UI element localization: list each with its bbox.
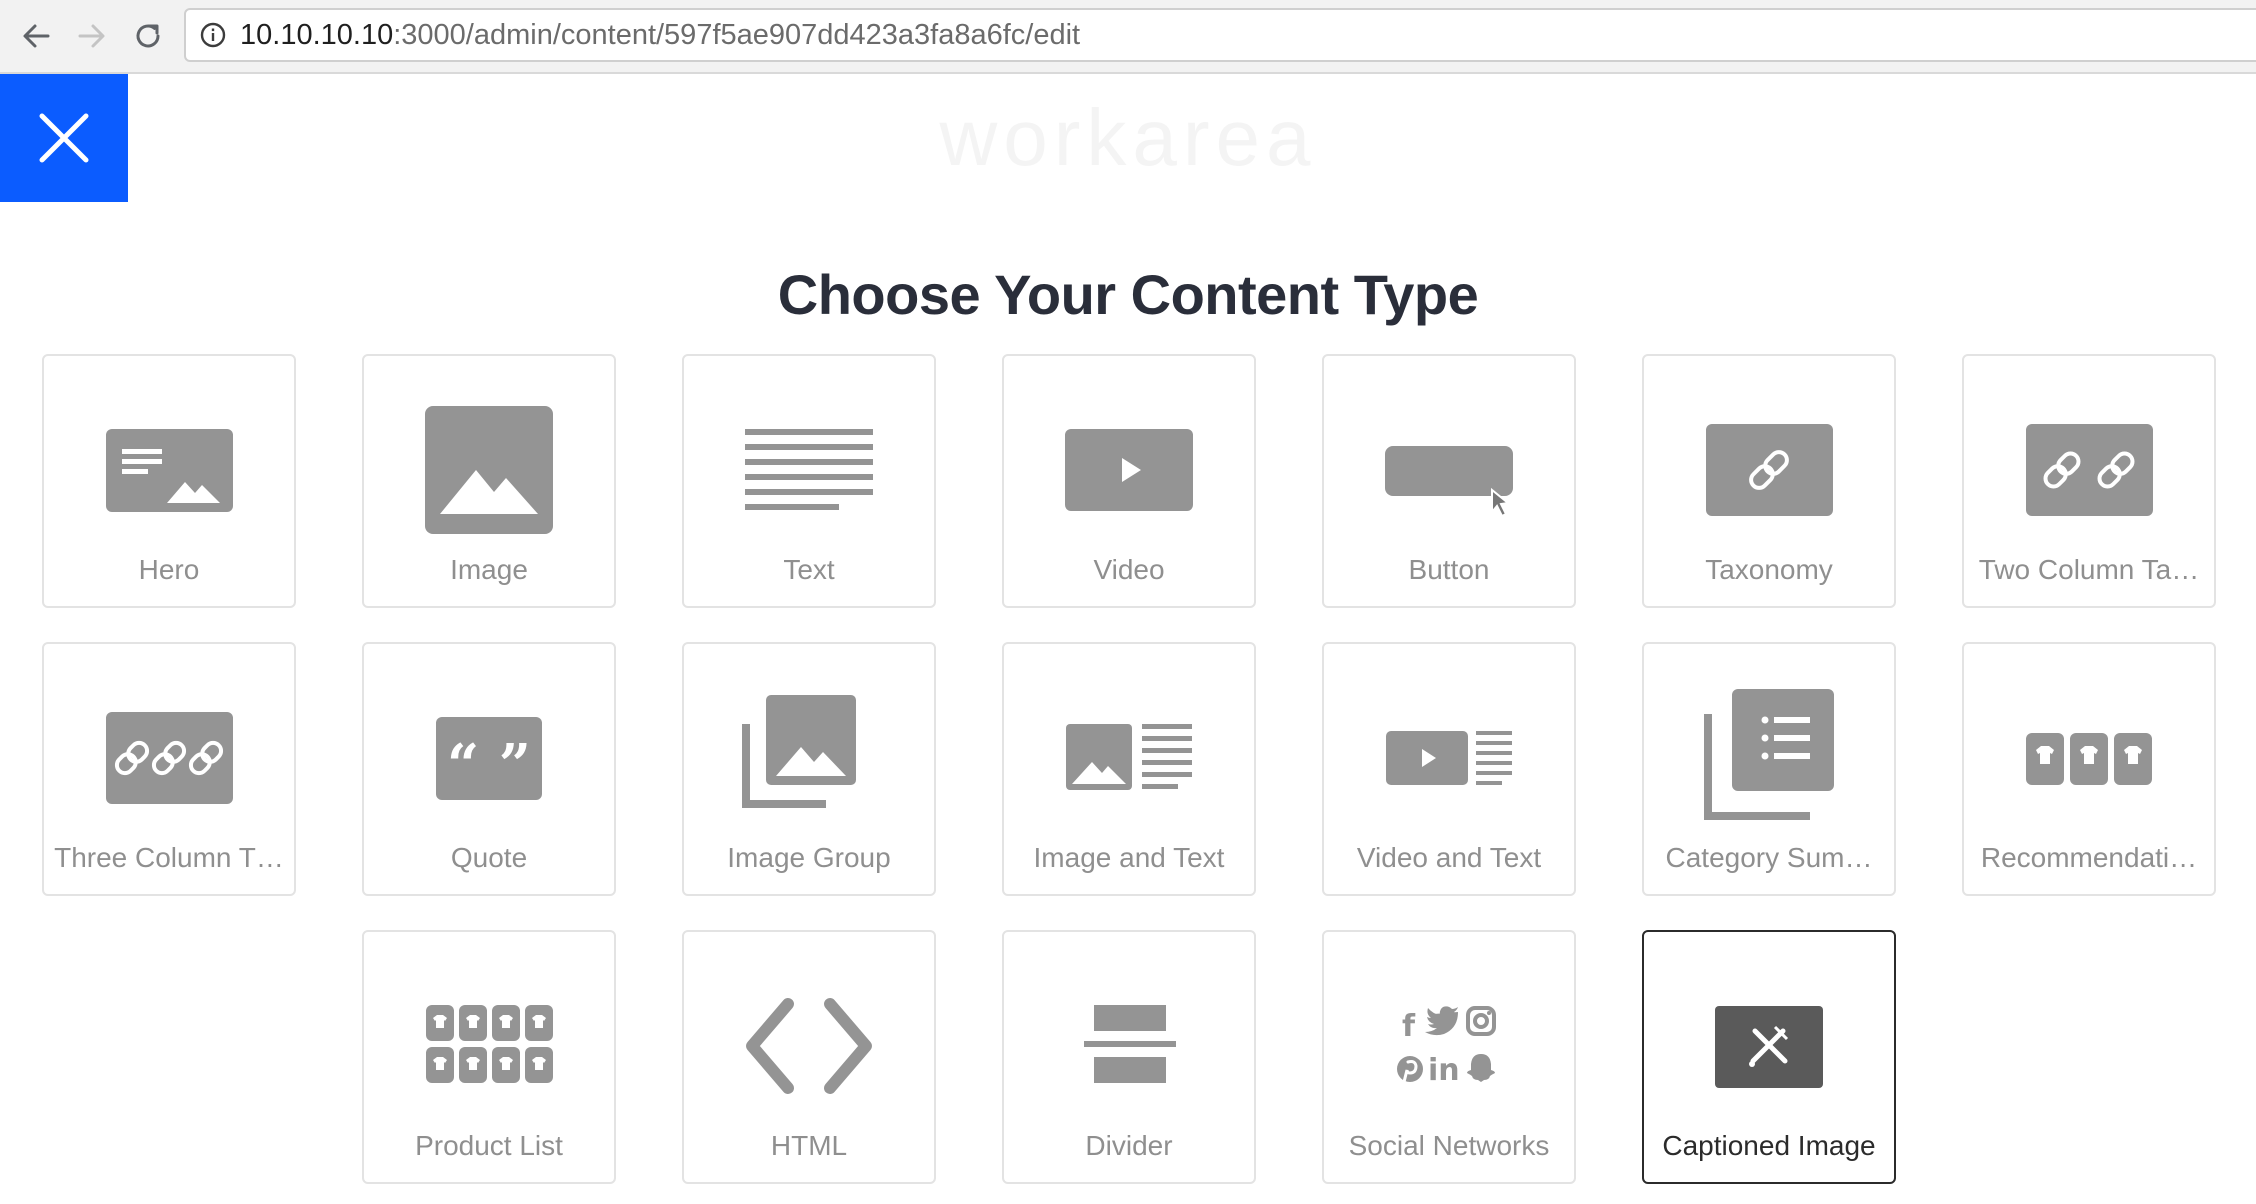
info-icon — [200, 22, 226, 48]
content-type-tile[interactable]: Product List — [362, 930, 616, 1184]
image-group-icon — [684, 684, 934, 834]
hero-icon-graphic — [106, 429, 233, 512]
content-type-label: Two Column Ta… — [1978, 554, 2200, 585]
page-title: Choose Your Content Type — [777, 263, 1479, 326]
content-type-label: Image Group — [727, 842, 891, 873]
content-type-tile[interactable]: Video — [1002, 354, 1256, 608]
content-type-tile[interactable]: Text — [682, 354, 936, 608]
social-networks-icon: f in — [1324, 972, 1574, 1122]
content-type-label: Text — [783, 554, 835, 585]
content-type-tile[interactable]: Two Column Ta… — [1962, 354, 2216, 608]
reload-icon — [136, 24, 160, 48]
url-path: :3000/admin/content/597f5ae907dd423a3fa8… — [393, 18, 1081, 51]
link-icon-graphic — [1706, 424, 1833, 516]
image-text-icon-graphic — [1066, 724, 1192, 790]
three-links-icon — [44, 684, 294, 834]
hero-icon — [44, 396, 294, 546]
code-icon-graphic — [746, 998, 872, 1094]
content-type-tile[interactable]: Image — [362, 354, 616, 608]
divider-icon — [1004, 972, 1254, 1122]
content-type-tile[interactable]: Captioned Image — [1642, 930, 1896, 1184]
content-type-label: Social Networks — [1348, 1130, 1550, 1161]
social-networks-icon-graphic: f in — [1397, 1006, 1496, 1088]
content-type-label: Product List — [415, 1130, 563, 1161]
three-links-icon-graphic — [106, 712, 233, 804]
address-bar[interactable]: 10.10.10.10:3000/admin/content/597f5ae90… — [184, 8, 2256, 62]
recommendations-icon-graphic — [2026, 733, 2152, 785]
product-list-icon-graphic — [426, 1005, 553, 1083]
content-type-tile[interactable]: HTML — [682, 930, 936, 1184]
quote-icon: “ ” — [364, 684, 614, 834]
category-summary-icon-graphic — [1704, 689, 1834, 820]
content-type-label: Hero — [138, 554, 200, 585]
content-type-label: Button — [1408, 554, 1490, 585]
content-type-tile[interactable]: Video and Text — [1322, 642, 1576, 896]
content-type-label: Video — [1093, 554, 1165, 585]
content-type-tile[interactable]: Image and Text — [1002, 642, 1256, 896]
back-button[interactable] — [14, 14, 58, 58]
content-type-label: Video and Text — [1356, 842, 1542, 873]
content-type-tile[interactable]: Recommendati… — [1962, 642, 2216, 896]
content-type-label: Category Sum… — [1665, 842, 1873, 873]
video-text-icon-graphic — [1386, 731, 1512, 785]
link-icon — [1644, 396, 1894, 546]
two-links-icon-graphic — [2026, 424, 2153, 516]
video-text-icon — [1324, 684, 1574, 834]
content-type-tile[interactable]: Button — [1322, 354, 1576, 608]
content-type-tile[interactable]: f in Social Networks — [1322, 930, 1576, 1184]
reload-button[interactable] — [126, 14, 170, 58]
image-icon-graphic — [425, 406, 553, 534]
content-type-tile[interactable]: Divider — [1002, 930, 1256, 1184]
captioned-image-icon — [1644, 972, 1894, 1122]
content-type-tile[interactable]: Category Sum… — [1642, 642, 1896, 896]
content-type-label: Image — [450, 554, 528, 585]
svg-text:f: f — [1402, 1009, 1416, 1044]
content-type-label: HTML — [770, 1130, 848, 1161]
svg-text:in: in — [1428, 1053, 1460, 1088]
url-text: 10.10.10.10:3000/admin/content/597f5ae90… — [240, 19, 1080, 52]
two-links-icon — [1964, 396, 2214, 546]
recommendations-icon — [1964, 684, 2214, 834]
text-icon-graphic — [745, 429, 873, 510]
divider-icon-graphic — [1084, 1005, 1176, 1083]
brand-logo: workarea — [939, 93, 1317, 182]
image-group-icon-graphic — [742, 695, 856, 808]
browser-toolbar: 10.10.10.10:3000/admin/content/597f5ae90… — [0, 0, 2256, 74]
svg-text:“ ”: “ ” — [447, 732, 531, 798]
content-type-label: Taxonomy — [1705, 554, 1833, 585]
video-icon — [1004, 396, 1254, 546]
content-type-label: Recommendati… — [1980, 842, 2198, 873]
content-type-tile[interactable]: Image Group — [682, 642, 936, 896]
code-icon — [684, 972, 934, 1122]
forward-button[interactable] — [70, 14, 114, 58]
image-text-icon — [1004, 684, 1254, 834]
category-summary-icon — [1644, 684, 1894, 834]
url-host: 10.10.10.10 — [240, 18, 394, 51]
content-type-label: Captioned Image — [1662, 1130, 1876, 1161]
content-type-label: Image and Text — [1033, 842, 1225, 873]
content-type-label: Divider — [1085, 1130, 1173, 1161]
text-icon — [684, 396, 934, 546]
button-icon-graphic — [1385, 446, 1513, 518]
forward-arrow-icon — [78, 24, 105, 48]
content-type-label: Three Column T… — [54, 842, 284, 873]
captioned-image-icon-graphic — [1715, 1006, 1823, 1088]
content-type-tile[interactable]: Hero — [42, 354, 296, 608]
content-type-tile[interactable]: “ ” Quote — [362, 642, 616, 896]
content-type-label: Quote — [450, 842, 528, 873]
content-type-tile[interactable]: Taxonomy — [1642, 354, 1896, 608]
content-type-tile[interactable]: Three Column T… — [42, 642, 296, 896]
quote-icon-graphic: “ ” — [436, 717, 542, 800]
image-icon — [364, 396, 614, 546]
button-icon — [1324, 396, 1574, 546]
back-arrow-icon — [23, 24, 50, 48]
video-icon-graphic — [1065, 429, 1193, 511]
product-list-icon — [364, 972, 614, 1122]
